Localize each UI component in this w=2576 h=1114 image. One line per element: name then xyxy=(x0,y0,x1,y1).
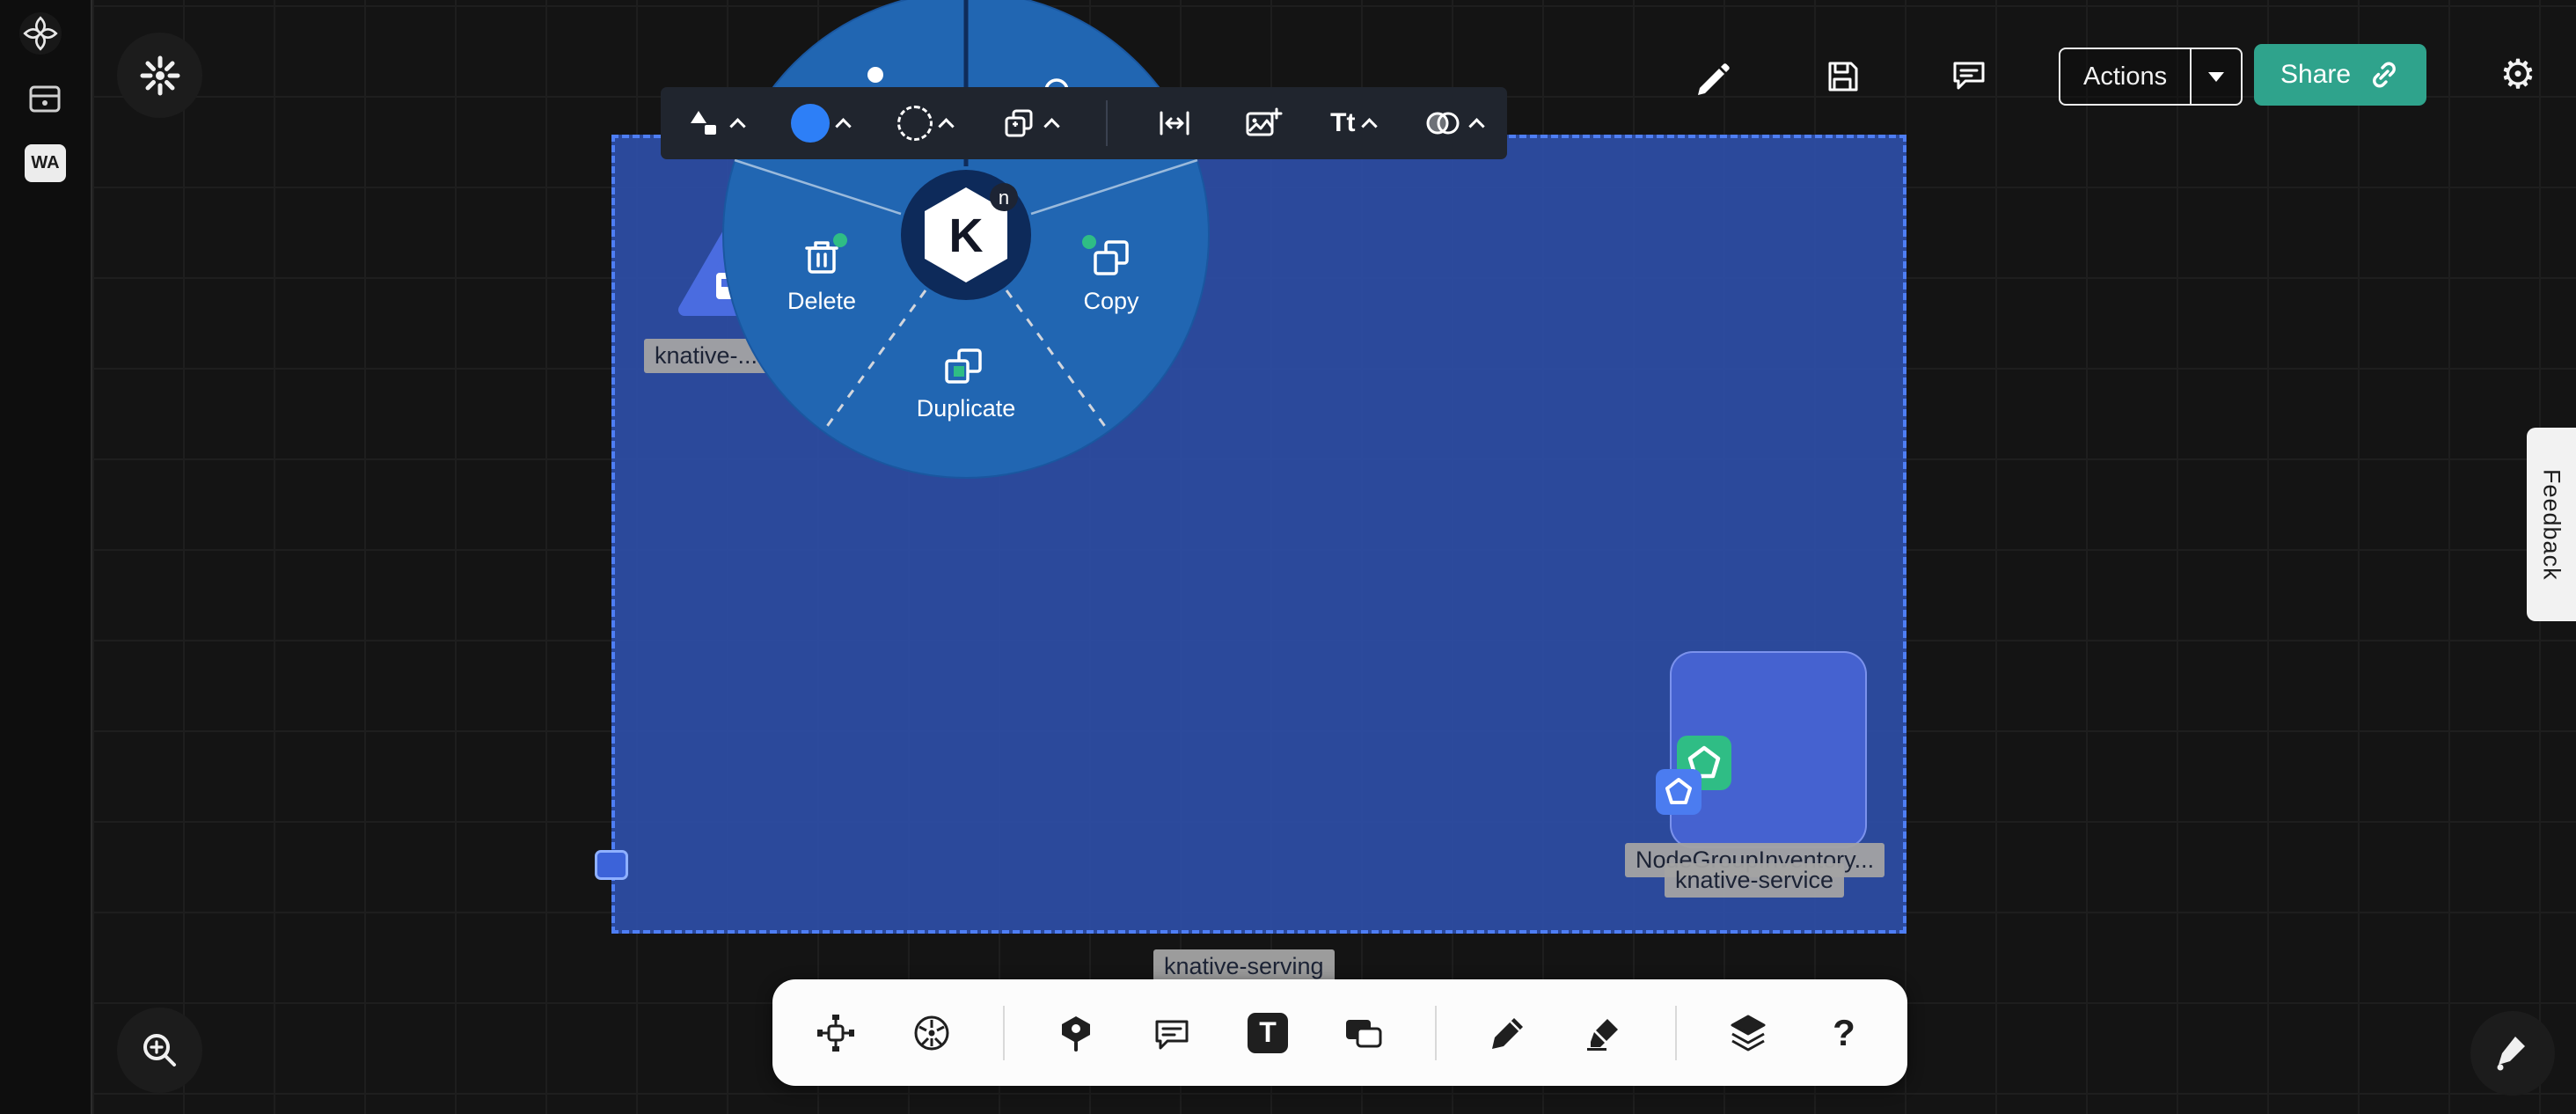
chevron-up-icon xyxy=(938,118,954,134)
tool-flow-button[interactable] xyxy=(811,1008,860,1058)
comment-tool-icon xyxy=(1152,1013,1192,1053)
wa-badge-label: WA xyxy=(31,153,59,173)
node-tool-icon xyxy=(1056,1013,1096,1053)
add-image-icon xyxy=(1242,103,1283,143)
edit-button[interactable] xyxy=(1687,51,1737,100)
text-style-label: Tt xyxy=(1330,108,1355,138)
comment-icon xyxy=(1950,55,1988,93)
link-icon xyxy=(2368,59,2400,91)
save-button[interactable] xyxy=(1818,51,1867,100)
tool-comment-button[interactable] xyxy=(1147,1008,1197,1058)
layers-icon xyxy=(1728,1013,1768,1053)
tool-help-button[interactable]: ? xyxy=(1819,1008,1869,1058)
sidebar-item-wa[interactable]: WA xyxy=(25,144,66,182)
service-node-icons xyxy=(1652,729,1740,820)
chevron-up-icon xyxy=(1361,118,1377,134)
border-style-button[interactable] xyxy=(897,106,952,141)
gear-icon: ⚙ xyxy=(2499,54,2536,94)
resize-label-button[interactable] xyxy=(1155,104,1194,143)
app-logo[interactable] xyxy=(18,11,62,55)
actions-button[interactable]: Actions xyxy=(2059,48,2243,106)
person-icon xyxy=(867,67,883,83)
canvas[interactable]: knative-... NodeGroupInventory... knativ… xyxy=(0,0,2576,1114)
fill-color-button[interactable] xyxy=(791,104,849,143)
flow-diagram-icon xyxy=(816,1013,856,1053)
actions-dropdown-button[interactable] xyxy=(2190,49,2241,104)
floppy-disk-icon xyxy=(1823,56,1862,95)
magnifier-plus-icon xyxy=(138,1029,182,1073)
tool-card-button[interactable] xyxy=(1339,1008,1388,1058)
help-icon: ? xyxy=(1833,1012,1855,1054)
toolbar-divider xyxy=(1106,100,1108,146)
chevron-up-icon xyxy=(1468,118,1484,134)
quick-menu-button[interactable] xyxy=(117,33,202,118)
opacity-button[interactable] xyxy=(1423,104,1482,143)
radial-item-label: Duplicate xyxy=(917,395,1016,421)
pentagon-blue-icon xyxy=(1656,769,1701,815)
add-image-button[interactable] xyxy=(1242,103,1283,143)
toolbar-divider xyxy=(1003,1006,1005,1060)
feedback-label: Feedback xyxy=(2538,469,2565,581)
chevron-down-icon xyxy=(2208,72,2224,82)
card-icon xyxy=(1343,1013,1385,1053)
dashed-circle-icon xyxy=(897,106,933,141)
toolbar-divider xyxy=(1435,1006,1437,1060)
chevron-up-icon xyxy=(836,118,852,134)
share-label: Share xyxy=(2280,60,2351,90)
node-shapes-icon xyxy=(685,104,724,143)
kubernetes-wheel-icon xyxy=(911,1013,952,1053)
selection-resize-handle[interactable] xyxy=(595,850,628,880)
pen-icon xyxy=(1488,1013,1528,1053)
chevron-up-icon xyxy=(1044,118,1060,134)
tool-pen-button[interactable] xyxy=(1483,1008,1533,1058)
burst-icon xyxy=(139,55,181,97)
stack-icon xyxy=(999,104,1038,143)
text-style-button[interactable]: Tt xyxy=(1330,108,1374,138)
highlighter-icon xyxy=(1584,1013,1624,1053)
style-toolbar: Tt xyxy=(661,87,1507,159)
zoom-button[interactable] xyxy=(117,1008,202,1093)
radial-item-label: Delete xyxy=(787,288,856,314)
status-dot xyxy=(833,233,847,247)
tool-palette: T xyxy=(772,979,1907,1086)
text-tool-icon: T xyxy=(1248,1013,1288,1053)
sidebar: WA xyxy=(0,0,92,1114)
radial-hub: K n xyxy=(901,170,1031,300)
share-button[interactable]: Share xyxy=(2254,44,2426,106)
copies-button[interactable] xyxy=(999,104,1057,143)
resize-width-icon xyxy=(1155,104,1194,143)
hub-letter: K xyxy=(949,209,984,262)
tool-layers-button[interactable] xyxy=(1723,1008,1773,1058)
service-node-label: knative-service xyxy=(1665,863,1844,898)
tool-node-button[interactable] xyxy=(1051,1008,1101,1058)
sidebar-item-archive[interactable] xyxy=(25,79,65,118)
tool-kubernetes-button[interactable] xyxy=(907,1008,956,1058)
feedback-tab[interactable]: Feedback xyxy=(2527,428,2576,621)
pencil-icon xyxy=(1693,56,1731,95)
comments-button[interactable] xyxy=(1944,49,1994,99)
toolbar-divider xyxy=(1675,1006,1677,1060)
settings-button[interactable]: ⚙ xyxy=(2493,49,2543,99)
radial-item-label: Copy xyxy=(1083,288,1139,314)
tool-text-button[interactable]: T xyxy=(1243,1008,1292,1058)
tool-highlighter-button[interactable] xyxy=(1579,1008,1628,1058)
radial-context-menu: Delete Copy Duplicate K n xyxy=(720,0,1212,481)
chevron-up-icon xyxy=(729,118,745,134)
fill-color-swatch xyxy=(791,104,830,143)
node-style-button[interactable] xyxy=(685,104,743,143)
actions-label: Actions xyxy=(2060,49,2190,104)
ink-pen-icon xyxy=(2492,1032,2534,1074)
status-dot xyxy=(1082,235,1096,249)
opacity-circles-icon xyxy=(1423,104,1463,143)
hub-badge-letter: n xyxy=(999,187,1009,209)
archive-icon xyxy=(25,79,65,118)
laser-pointer-button[interactable] xyxy=(2470,1011,2555,1096)
